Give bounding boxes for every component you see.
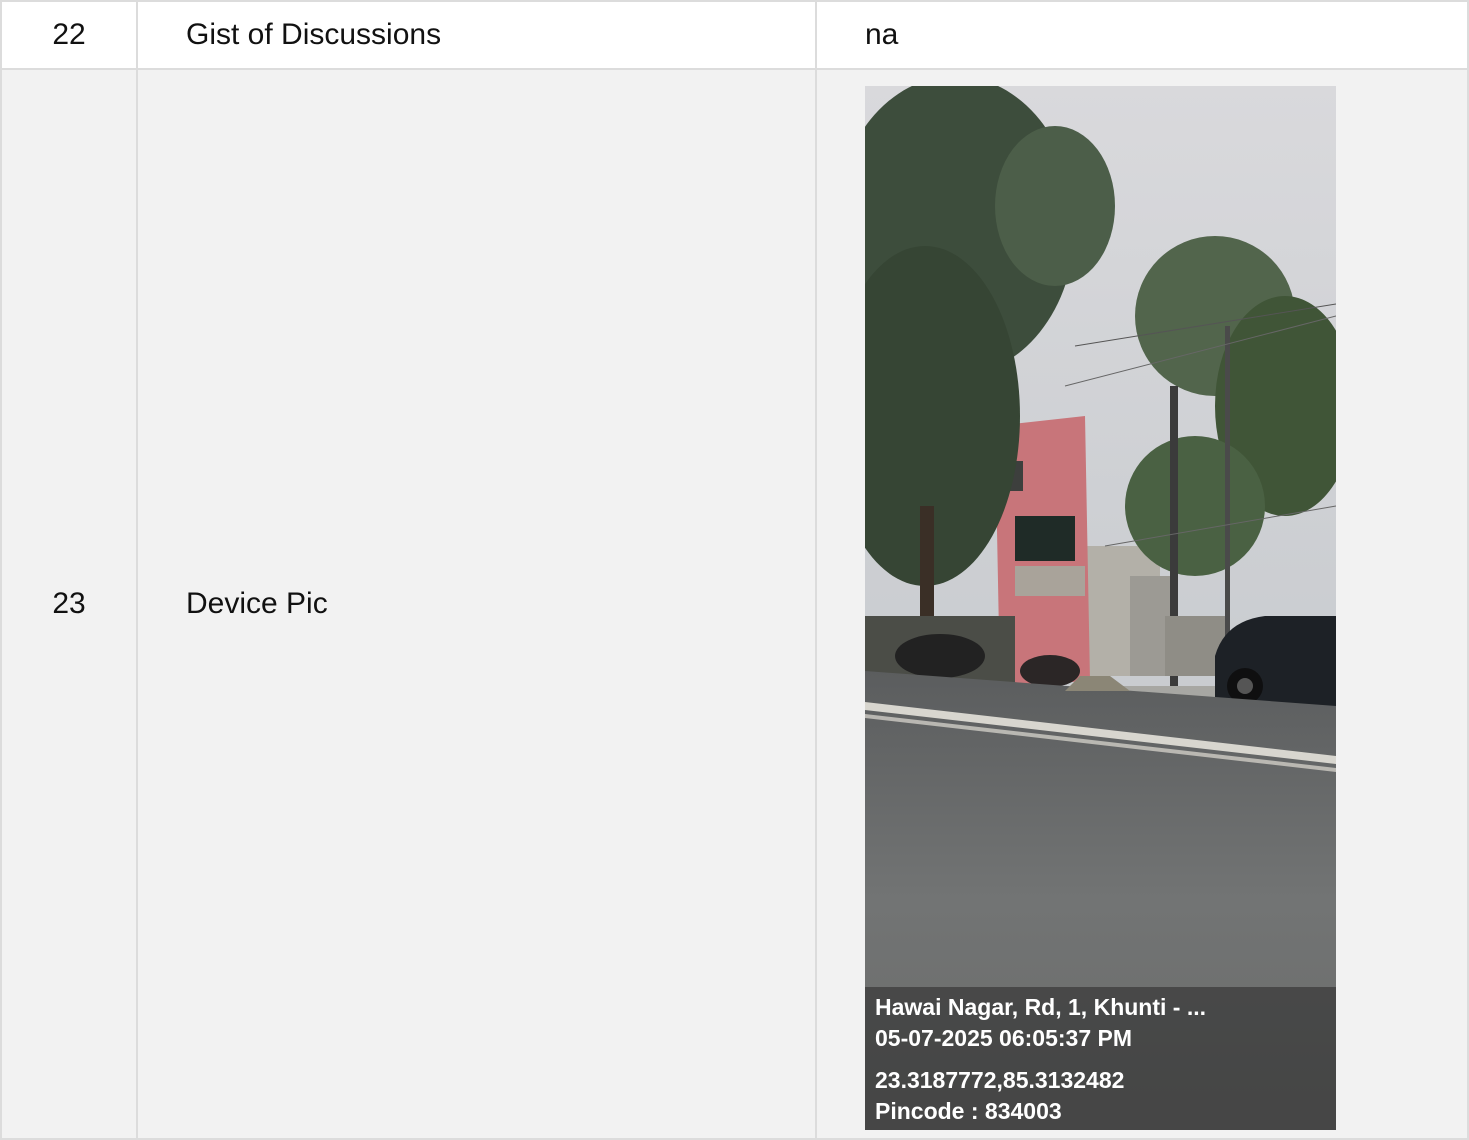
photo-datetime: 05-07-2025 06:05:37 PM [875,1025,1132,1051]
photo-geotag-stamp: Hawai Nagar, Rd, 1, Khunti - ... 05-07-2… [865,987,1336,1130]
row-number: 22 [2,2,138,68]
photo-pincode: Pincode : 834003 [875,1098,1062,1124]
street-scene-image [865,86,1336,1130]
table-row: 22 Gist of Discussions na [2,2,1467,70]
row-value: na [865,18,899,51]
device-photo[interactable]: Hawai Nagar, Rd, 1, Khunti - ... 05-07-2… [865,86,1336,1130]
row-number: 23 [2,70,138,1138]
row-label: Device Pic [138,70,817,1138]
photo-address: Hawai Nagar, Rd, 1, Khunti - ... [875,994,1206,1020]
row-value: Hawai Nagar, Rd, 1, Khunti - ... 05-07-2… [817,70,1467,1138]
row-label: Gist of Discussions [138,2,817,68]
table-row: 23 Device Pic Hawai Nagar, Rd, 1, Khunti… [2,70,1467,1138]
details-table: 22 Gist of Discussions na 23 Device Pic [0,0,1469,1140]
photo-coordinates: 23.3187772,85.3132482 [875,1067,1125,1093]
